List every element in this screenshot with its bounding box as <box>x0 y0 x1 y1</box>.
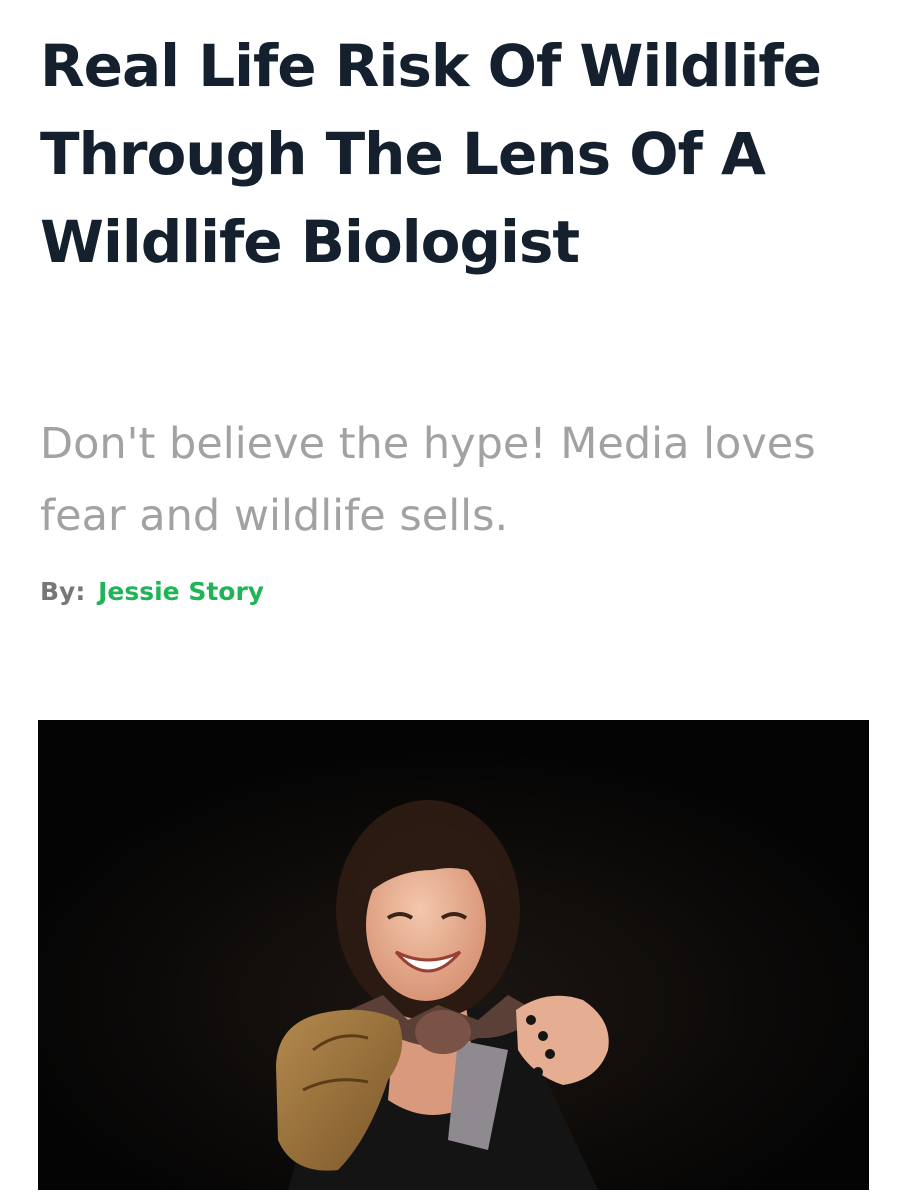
article: Real Life Risk Of Wildlife Through The L… <box>0 0 907 1200</box>
author-link[interactable]: Jessie Story <box>98 577 264 606</box>
byline: By: Jessie Story <box>40 575 264 609</box>
hero-image <box>38 720 869 1190</box>
byline-label: By: <box>40 577 86 606</box>
woman-holding-bat-illustration <box>38 720 869 1190</box>
article-title: Real Life Risk Of Wildlife Through The L… <box>40 32 822 276</box>
article-subtitle: Don't believe the hype! Media loves fear… <box>40 419 816 541</box>
